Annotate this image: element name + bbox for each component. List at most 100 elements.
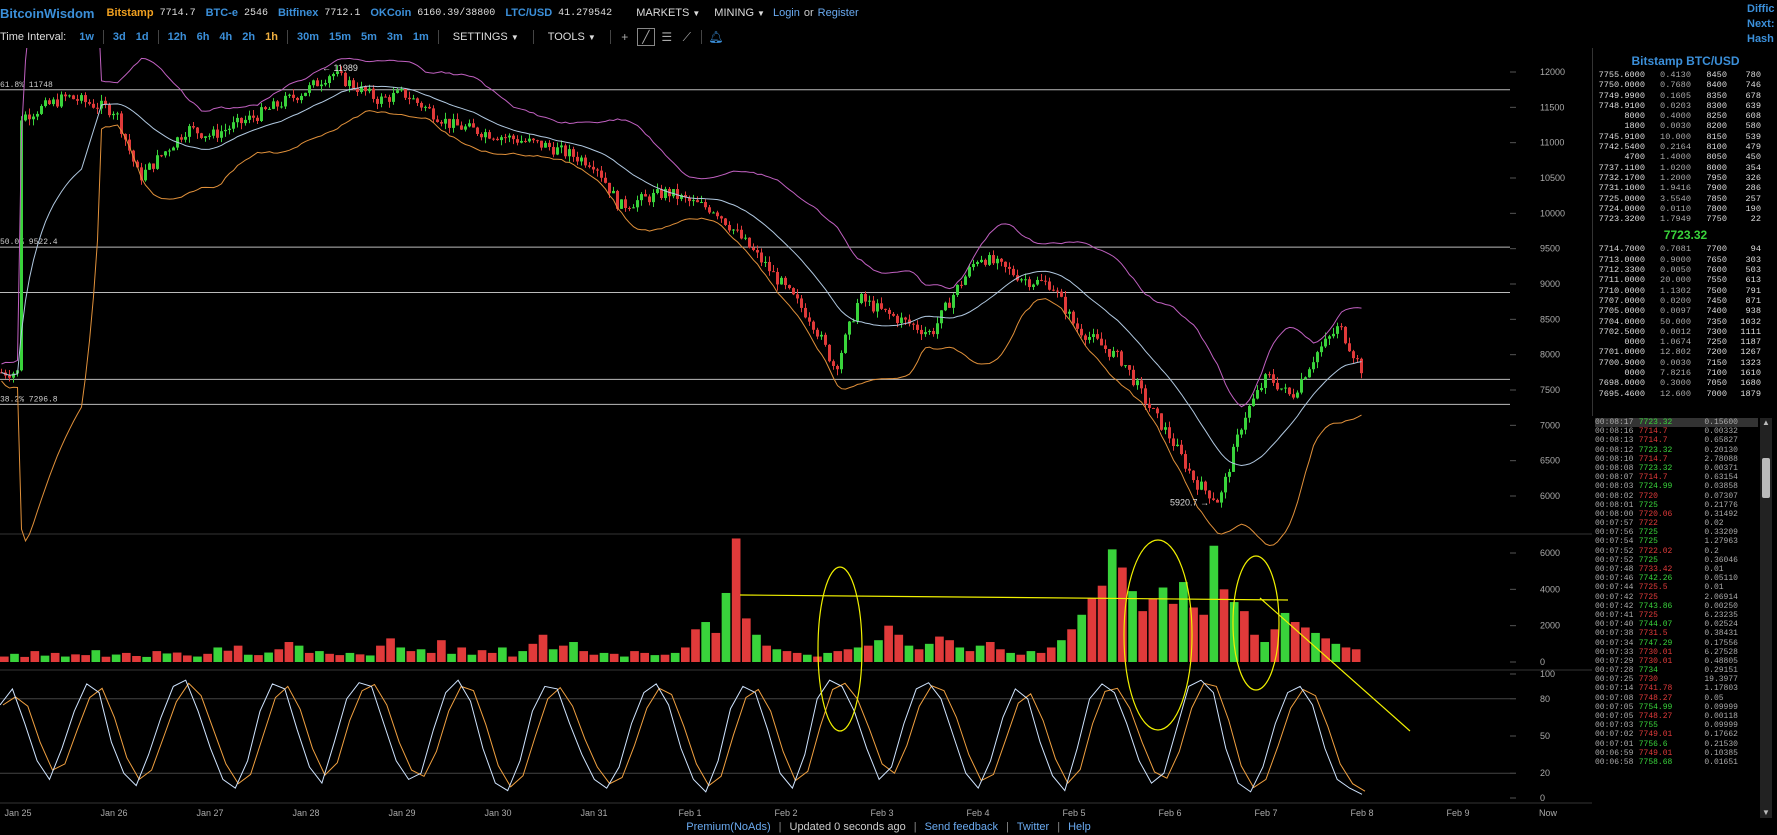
order-book-row[interactable]: 7732.1700 1.2000 7950 326 — [1593, 173, 1777, 183]
order-book-row[interactable]: 7725.0000 3.5540 7850 257 — [1593, 194, 1777, 204]
trade-row[interactable]: 00:08:10 7714.7 2.78088 — [1595, 455, 1758, 464]
order-book-row[interactable]: 7707.0000 0.0200 7450 871 — [1593, 296, 1777, 306]
order-book-row[interactable]: 7742.5400 0.2164 8100 479 — [1593, 142, 1777, 152]
parallel-lines-icon[interactable]: ☰ — [659, 29, 675, 45]
trade-row[interactable]: 00:07:56 7725 0.33209 — [1595, 528, 1758, 537]
order-book-row[interactable]: 7698.0000 0.3000 7050 1680 — [1593, 378, 1777, 388]
trade-row[interactable]: 00:07:44 7725.5 0.01 — [1595, 583, 1758, 592]
order-book-row[interactable]: 7710.0000 1.1302 7500 791 — [1593, 286, 1777, 296]
order-book-row[interactable]: 7712.3300 0.0050 7600 503 — [1593, 265, 1777, 275]
price-chart[interactable]: 12000 11500 11000 10500 10000 9500 9000 8500 800… — [0, 0, 1592, 818]
trade-row[interactable]: 00:08:02 7720 0.07307 — [1595, 492, 1758, 501]
trade-row[interactable]: 00:08:13 7714.7 0.65827 — [1595, 436, 1758, 445]
interval-15m[interactable]: 15m — [324, 31, 356, 43]
trade-row[interactable]: 00:07:42 7743.86 0.00250 — [1595, 602, 1758, 611]
trade-row[interactable]: 00:07:14 7741.78 1.17803 — [1595, 684, 1758, 693]
order-book-row[interactable]: 7705.0000 0.0097 7400 938 — [1593, 306, 1777, 316]
help-link[interactable]: Help — [1068, 821, 1091, 833]
crosshair-icon[interactable]: + — [617, 29, 633, 45]
trade-row[interactable]: 00:08:00 7720.06 0.31492 — [1595, 510, 1758, 519]
trade-row[interactable]: 00:07:41 7725 6.23235 — [1595, 611, 1758, 620]
interval-6h[interactable]: 6h — [192, 31, 215, 43]
order-book-row[interactable]: 7704.0000 50.000 7350 1032 — [1593, 317, 1777, 327]
premium-link[interactable]: Premium(NoAds) — [686, 821, 770, 833]
scroll-up-icon[interactable]: ▲ — [1760, 418, 1772, 428]
trade-row[interactable]: 00:07:52 7722.02 0.2 — [1595, 547, 1758, 556]
trade-row[interactable]: 00:07:01 7756.6 0.21530 — [1595, 740, 1758, 749]
order-book-row[interactable]: 7731.1000 1.9416 7900 286 — [1593, 183, 1777, 193]
order-book-row[interactable]: 7750.0000 0.7680 8400 746 — [1593, 80, 1777, 90]
interval-12h[interactable]: 12h — [163, 31, 192, 43]
trade-row[interactable]: 00:08:17 7723.32 0.15600 — [1595, 418, 1758, 428]
order-book-row[interactable]: 4700 1.4000 8050 450 — [1593, 152, 1777, 162]
order-book-row[interactable]: 7702.5000 0.0012 7300 1111 — [1593, 327, 1777, 337]
order-book-row[interactable]: 0000 1.0674 7250 1187 — [1593, 337, 1777, 347]
trade-row[interactable]: 00:07:52 7725 0.36046 — [1595, 556, 1758, 565]
interval-3d[interactable]: 3d — [108, 31, 131, 43]
trade-row[interactable]: 00:07:28 7734 0.29151 — [1595, 666, 1758, 675]
chart-svg[interactable]: 1200011500110001050010000950090008500800… — [0, 0, 1592, 818]
order-book-row[interactable]: 7745.9100 10.000 8150 539 — [1593, 132, 1777, 142]
trade-row[interactable]: 00:06:58 7758.68 0.01651 — [1595, 758, 1758, 767]
order-book-row[interactable]: 7711.0000 20.000 7550 613 — [1593, 275, 1777, 285]
exchange-ticker[interactable]: LTC/USD 41.279542 — [505, 7, 612, 19]
order-book-row[interactable]: 7737.1100 1.0200 8000 354 — [1593, 163, 1777, 173]
brand-logo[interactable]: BitcoinWisdom — [0, 6, 95, 21]
trade-row[interactable]: 00:08:12 7723.32 0.20130 — [1595, 446, 1758, 455]
trade-row[interactable]: 00:07:42 7725 2.06914 — [1595, 593, 1758, 602]
trade-row[interactable]: 00:07:38 7731.5 0.38431 — [1595, 629, 1758, 638]
trade-row[interactable]: 00:08:08 7723.32 0.00371 — [1595, 464, 1758, 473]
order-book-row[interactable]: 0000 7.8216 7100 1610 — [1593, 368, 1777, 378]
trade-row[interactable]: 00:07:05 7754.99 0.09999 — [1595, 703, 1758, 712]
markets-menu[interactable]: MARKETS ▼ — [636, 7, 700, 19]
trade-row[interactable]: 00:07:33 7730.01 6.27528 — [1595, 648, 1758, 657]
trade-row[interactable]: 00:07:29 7730.01 0.48805 — [1595, 657, 1758, 666]
trade-row[interactable]: 00:07:48 7733.42 0.01 — [1595, 565, 1758, 574]
trade-history[interactable]: 00:08:17 7723.32 0.15600 00:08:16 7714.7 0.00… — [1595, 418, 1758, 818]
trade-row[interactable]: 00:07:03 7755 0.09999 — [1595, 721, 1758, 730]
interval-30m[interactable]: 30m — [292, 31, 324, 43]
fib-tool-icon[interactable]: ⟋ — [679, 29, 695, 45]
trade-row[interactable]: 00:08:07 7714.7 0.63154 — [1595, 473, 1758, 482]
trade-row[interactable]: 00:07:34 7747.29 0.17556 — [1595, 639, 1758, 648]
send-feedback-link[interactable]: Send feedback — [925, 821, 998, 833]
trade-row[interactable]: 00:06:59 7749.01 0.10385 — [1595, 749, 1758, 758]
alert-bell-icon[interactable]: 🔔︎ — [708, 29, 724, 45]
order-book-row[interactable]: 7701.0000 12.802 7200 1267 — [1593, 347, 1777, 357]
order-book-row[interactable]: 7700.9000 0.0030 7150 1323 — [1593, 358, 1777, 368]
interval-5m[interactable]: 5m — [356, 31, 382, 43]
order-book-row[interactable]: 7713.0000 0.9000 7650 303 — [1593, 255, 1777, 265]
trade-row[interactable]: 00:08:16 7714.7 0.00332 — [1595, 427, 1758, 436]
interval-2h[interactable]: 2h — [237, 31, 260, 43]
line-tool-icon[interactable]: ╱ — [636, 28, 655, 46]
order-book-row[interactable]: 7723.3200 1.7949 7750 22 — [1593, 214, 1777, 224]
interval-1h[interactable]: 1h — [260, 31, 283, 43]
exchange-ticker[interactable]: Bitfinex 7712.1 — [278, 7, 360, 19]
register-link[interactable]: Register — [818, 7, 859, 19]
interval-1w[interactable]: 1w — [74, 31, 99, 43]
scrollbar-thumb[interactable] — [1762, 458, 1770, 498]
order-book-row[interactable]: 7714.7000 0.7081 7700 94 — [1593, 244, 1777, 254]
interval-1d[interactable]: 1d — [131, 31, 154, 43]
trade-row[interactable]: 00:08:03 7724.99 0.03858 — [1595, 482, 1758, 491]
exchange-ticker[interactable]: OKCoin 6160.39/38800 — [370, 7, 495, 19]
trade-row[interactable]: 00:07:08 7748.27 0.05 — [1595, 694, 1758, 703]
order-book-row[interactable]: 7755.6000 0.4130 8450 780 — [1593, 70, 1777, 80]
trade-row[interactable]: 00:07:02 7749.01 0.17662 — [1595, 730, 1758, 739]
order-book-row[interactable]: 7695.4600 12.600 7000 1879 — [1593, 389, 1777, 399]
interval-1m[interactable]: 1m — [408, 31, 434, 43]
trade-row[interactable]: 00:07:25 7730 19.3977 — [1595, 675, 1758, 684]
order-book-row[interactable]: 7749.9900 0.1605 8350 678 — [1593, 91, 1777, 101]
interval-3m[interactable]: 3m — [382, 31, 408, 43]
order-book-row[interactable]: 8000 0.4000 8250 608 — [1593, 111, 1777, 121]
trade-row[interactable]: 00:07:46 7742.26 0.05110 — [1595, 574, 1758, 583]
interval-4h[interactable]: 4h — [214, 31, 237, 43]
trade-row[interactable]: 00:07:54 7725 1.27963 — [1595, 537, 1758, 546]
exchange-ticker[interactable]: Bitstamp 7714.7 — [107, 7, 196, 19]
order-book-row[interactable]: 1800 0.0030 8200 580 — [1593, 121, 1777, 131]
scroll-down-icon[interactable]: ▼ — [1760, 808, 1772, 818]
trade-row[interactable]: 00:07:57 7722 0.02 — [1595, 519, 1758, 528]
login-link[interactable]: Login — [773, 7, 800, 19]
order-book-row[interactable]: 7748.9100 0.0203 8300 639 — [1593, 101, 1777, 111]
trade-history-scrollbar[interactable]: ▲ ▼ — [1760, 418, 1772, 818]
